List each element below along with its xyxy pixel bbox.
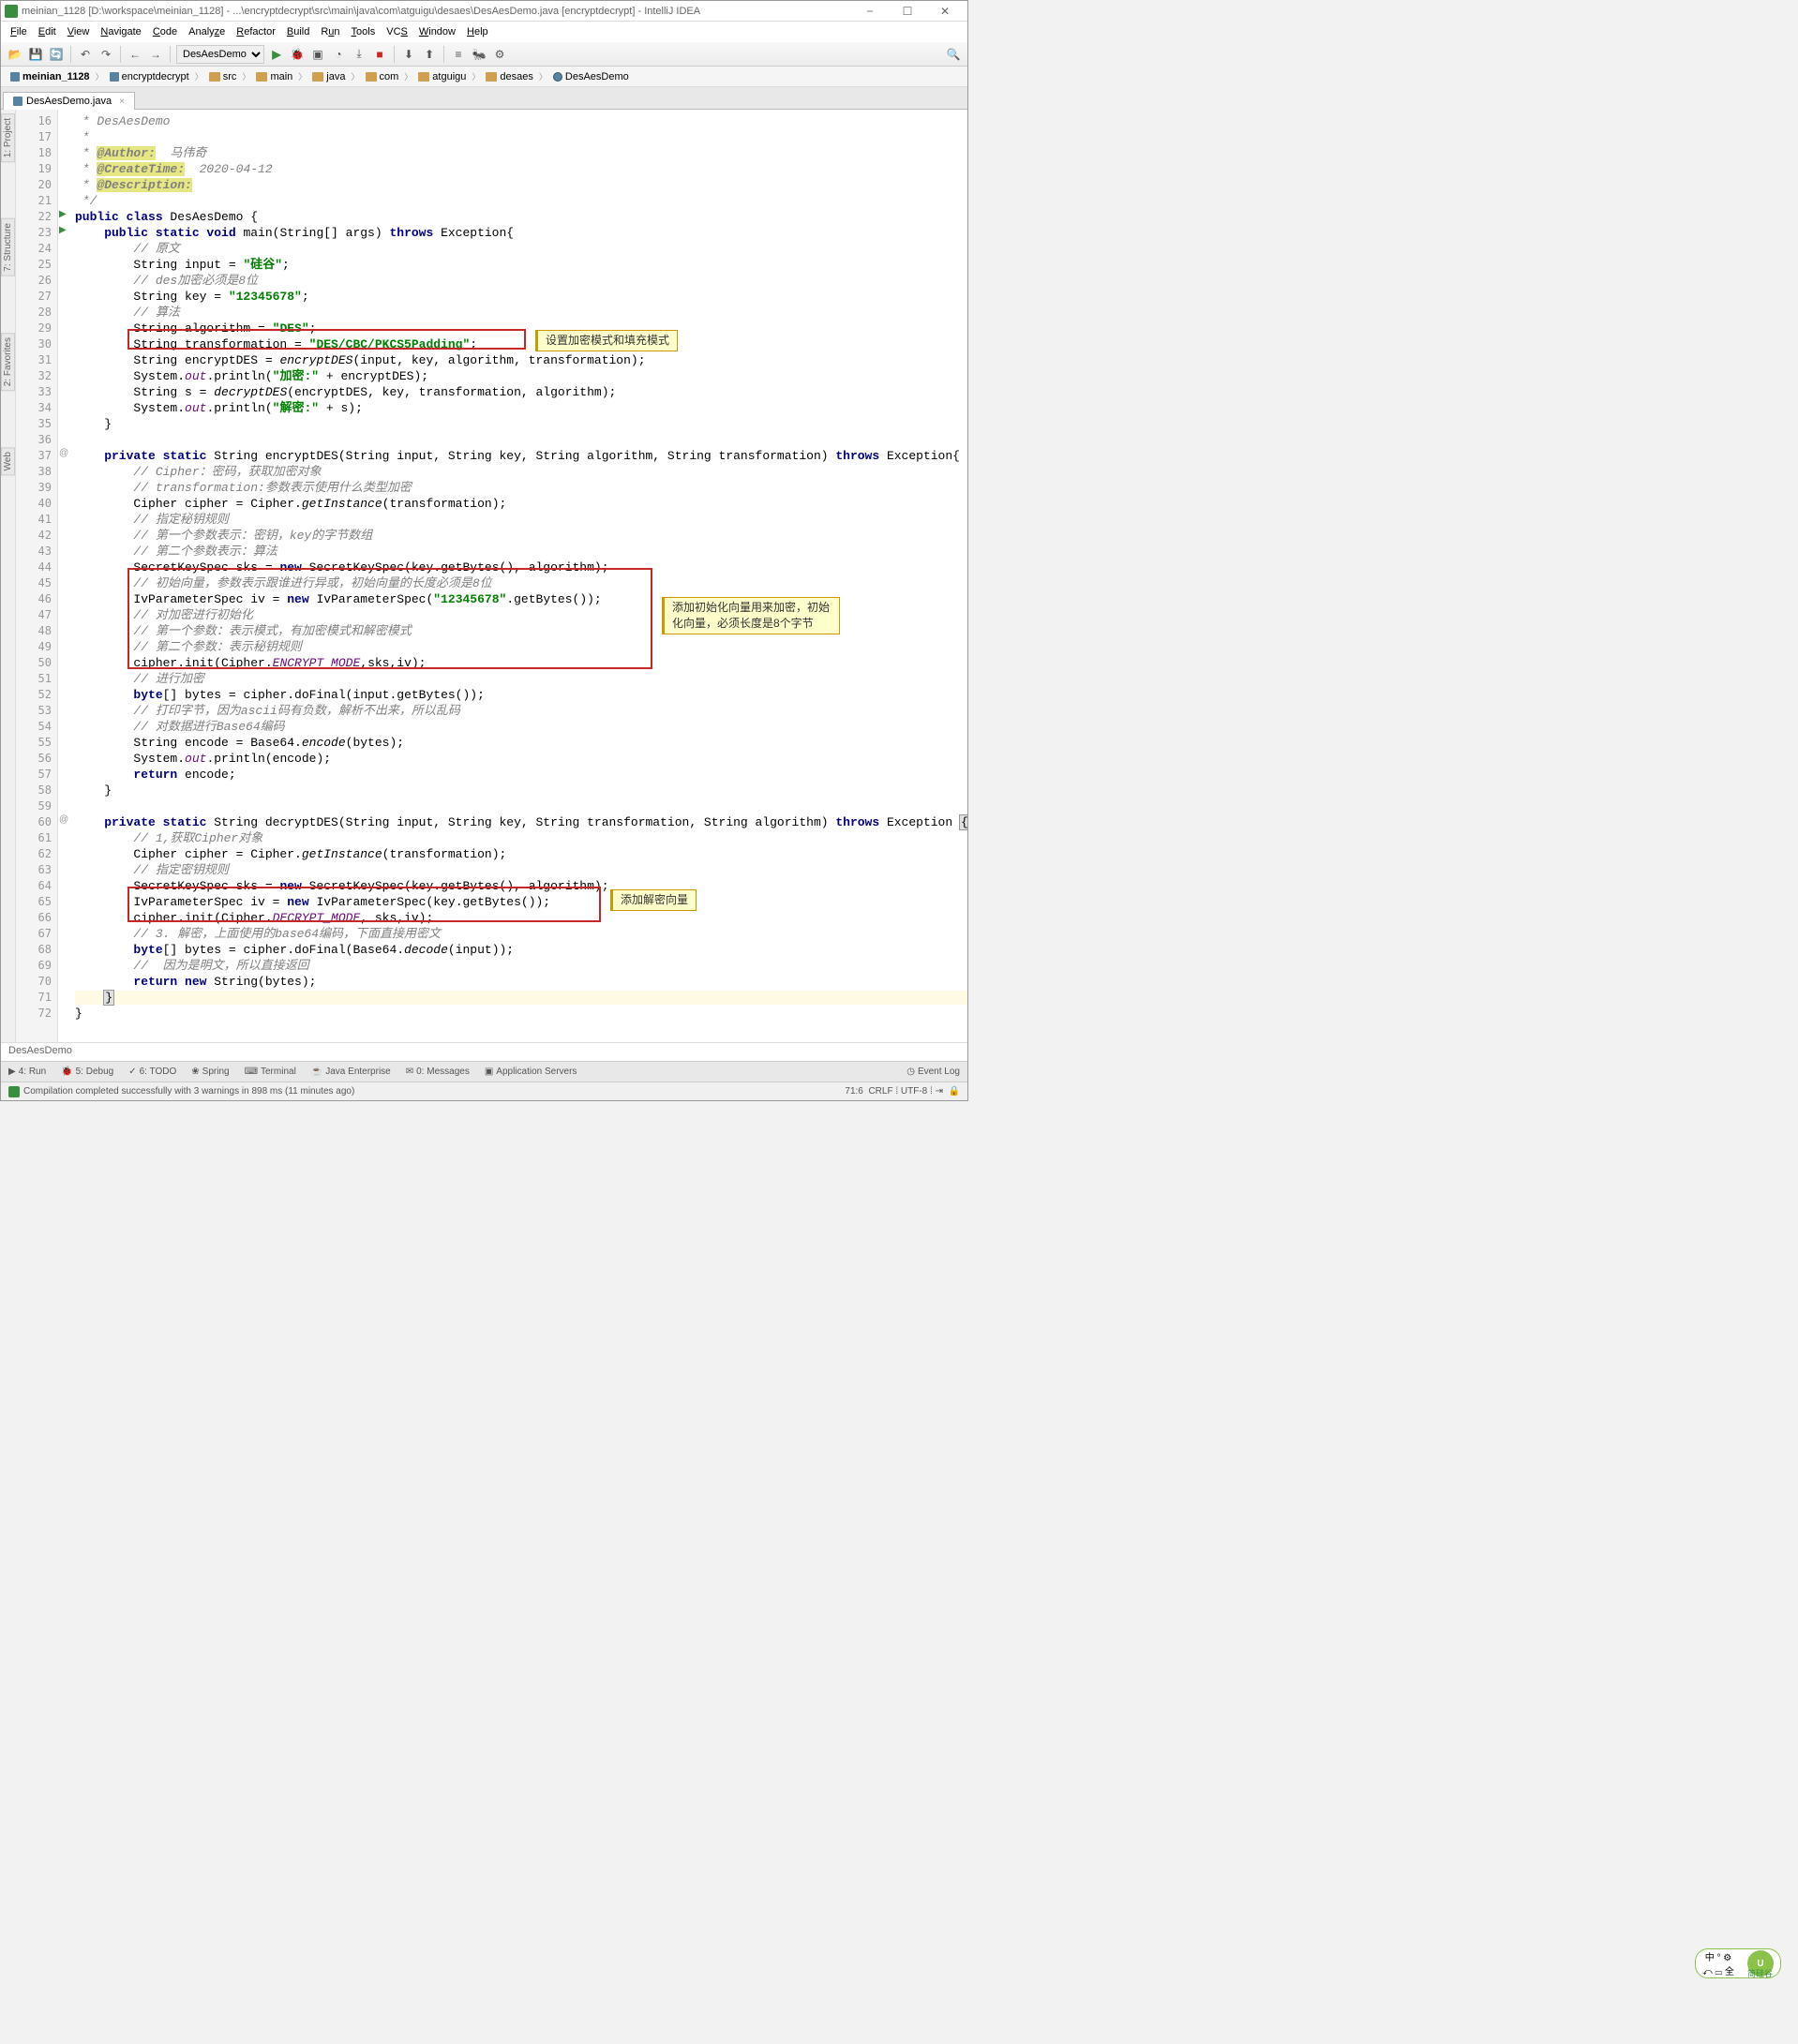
search-everywhere-icon[interactable]: 🔍 [945, 46, 962, 63]
tool-terminal[interactable]: ⌨ Terminal [237, 1065, 304, 1079]
menu-vcs[interactable]: VCS [381, 24, 413, 39]
menu-build[interactable]: Build [281, 24, 315, 39]
menu-view[interactable]: View [62, 24, 96, 39]
bc-folder[interactable]: src [205, 70, 241, 83]
editor-tabs: DesAesDemo.java× [1, 87, 967, 110]
menubar: File Edit View Navigate Code Analyze Ref… [1, 22, 967, 42]
save-icon[interactable]: 💾 [27, 46, 44, 63]
bc-folder[interactable]: atguigu [414, 70, 470, 83]
encoding[interactable]: UTF-8 [901, 1086, 927, 1097]
bc-folder[interactable]: java [308, 70, 349, 83]
attach-button[interactable]: ⤓ [351, 46, 367, 63]
tool-project[interactable]: 1: Project [1, 113, 15, 162]
vcs-commit-icon[interactable]: ⬆ [421, 46, 438, 63]
coverage-button[interactable]: ▣ [309, 46, 326, 63]
gutter-marks: ▶ ▶ @ @ [58, 110, 71, 1042]
minimize-button[interactable]: − [851, 2, 889, 21]
menu-help[interactable]: Help [461, 24, 494, 39]
callout-2: 添加初始化向量用来加密，初始化向量，必须长度是8个字节 [662, 597, 840, 634]
status-message: Compilation completed successfully with … [23, 1086, 354, 1097]
titlebar: meinian_1128 [D:\workspace\meinian_1128]… [1, 1, 967, 22]
settings-icon[interactable]: ⚙ [491, 46, 508, 63]
menu-tools[interactable]: Tools [346, 24, 382, 39]
ant-icon[interactable]: 🐜 [471, 46, 487, 63]
editor[interactable]: 1617181920212223242526272829303132333435… [16, 110, 967, 1042]
tool-web[interactable]: Web [1, 447, 15, 475]
bottom-toolbar: ▶ 4: Run 🐞 5: Debug ✓ 6: TODO ❀ Spring ⌨… [1, 1061, 967, 1082]
menu-refactor[interactable]: Refactor [231, 24, 281, 39]
close-button[interactable]: ✕ [926, 2, 964, 21]
window-title: meinian_1128 [D:\workspace\meinian_1128]… [22, 6, 851, 17]
stop-button[interactable]: ■ [371, 46, 388, 63]
tool-javaee[interactable]: ☕ Java Enterprise [304, 1065, 398, 1079]
tool-spring[interactable]: ❀ Spring [184, 1065, 236, 1079]
menu-file[interactable]: File [5, 24, 33, 39]
override-icon[interactable]: @ [59, 814, 68, 824]
menu-code[interactable]: Code [147, 24, 183, 39]
bc-project[interactable]: meinian_1128 [7, 70, 94, 83]
profile-button[interactable]: ◔ [330, 46, 347, 63]
menu-window[interactable]: Window [413, 24, 461, 39]
code-area[interactable]: * DesAesDemo * * @Author: 马伟奇 * @CreateT… [71, 110, 967, 1042]
tool-todo[interactable]: ✓ 6: TODO [121, 1065, 184, 1079]
undo-icon[interactable]: ↶ [77, 46, 94, 63]
override-icon[interactable]: @ [59, 448, 68, 457]
redo-icon[interactable]: ↷ [97, 46, 114, 63]
indent[interactable]: ⇥ [936, 1086, 943, 1097]
left-toolwindow-bar: 1: Project 7: Structure 2: Favorites Web [1, 110, 16, 1042]
tool-messages[interactable]: ✉ 0: Messages [398, 1065, 477, 1079]
tab-close-icon[interactable]: × [119, 97, 125, 107]
bc-module[interactable]: encryptdecrypt [106, 70, 193, 83]
run-button[interactable]: ▶ [268, 46, 285, 63]
back-icon[interactable]: ← [127, 46, 143, 63]
bc-class[interactable]: DesAesDemo [549, 70, 633, 83]
menu-edit[interactable]: Edit [33, 24, 62, 39]
bc-folder[interactable]: main [252, 70, 296, 83]
app-icon [5, 5, 18, 18]
tool-debug[interactable]: 🐞 5: Debug [53, 1065, 121, 1079]
tool-eventlog[interactable]: ◷ Event Log [899, 1065, 967, 1079]
tool-structure[interactable]: 7: Structure [1, 218, 15, 276]
line-sep[interactable]: CRLF [868, 1086, 892, 1097]
run-gutter-icon[interactable]: ▶ [59, 225, 68, 234]
forward-icon[interactable]: → [147, 46, 164, 63]
ime-badge: 中 ° ⚙⤺ ▭ 全 U 简硅谷 [1695, 1948, 1781, 1978]
tool-run[interactable]: ▶ 4: Run [1, 1065, 53, 1079]
callout-1: 设置加密模式和填充模式 [535, 330, 678, 351]
tab-desaesdemo[interactable]: DesAesDemo.java× [3, 92, 135, 110]
tool-appservers[interactable]: ▣ Application Servers [477, 1065, 585, 1079]
breadcrumb: meinian_1128〉 encryptdecrypt〉 src〉 main〉… [1, 67, 967, 87]
open-icon[interactable]: 📂 [7, 46, 23, 63]
bc-folder[interactable]: com [362, 70, 403, 83]
toolbar: 📂 💾 🔄 ↶ ↷ ← → DesAesDemo ▶ 🐞 ▣ ◔ ⤓ ■ ⬇ ⬆… [1, 42, 967, 67]
debug-button[interactable]: 🐞 [289, 46, 306, 63]
run-config-select[interactable]: DesAesDemo [176, 45, 264, 64]
maximize-button[interactable]: ☐ [889, 2, 926, 21]
annotation-box-3 [127, 887, 601, 922]
vcs-update-icon[interactable]: ⬇ [400, 46, 417, 63]
line-numbers: 1617181920212223242526272829303132333435… [16, 110, 58, 1042]
caret-pos[interactable]: 71:6 [845, 1086, 862, 1097]
bc-folder[interactable]: desaes [482, 70, 536, 83]
menu-navigate[interactable]: Navigate [95, 24, 146, 39]
status-ok-icon [8, 1086, 20, 1097]
structure-icon[interactable]: ≡ [450, 46, 467, 63]
menu-run[interactable]: Run [315, 24, 345, 39]
status-bar: Compilation completed successfully with … [1, 1082, 967, 1100]
editor-breadcrumb: DesAesDemo [1, 1042, 967, 1061]
callout-3: 添加解密向量 [610, 889, 697, 911]
tool-favorites[interactable]: 2: Favorites [1, 333, 15, 391]
sync-icon[interactable]: 🔄 [48, 46, 65, 63]
run-gutter-icon[interactable]: ▶ [59, 209, 68, 218]
menu-analyze[interactable]: Analyze [183, 24, 231, 39]
